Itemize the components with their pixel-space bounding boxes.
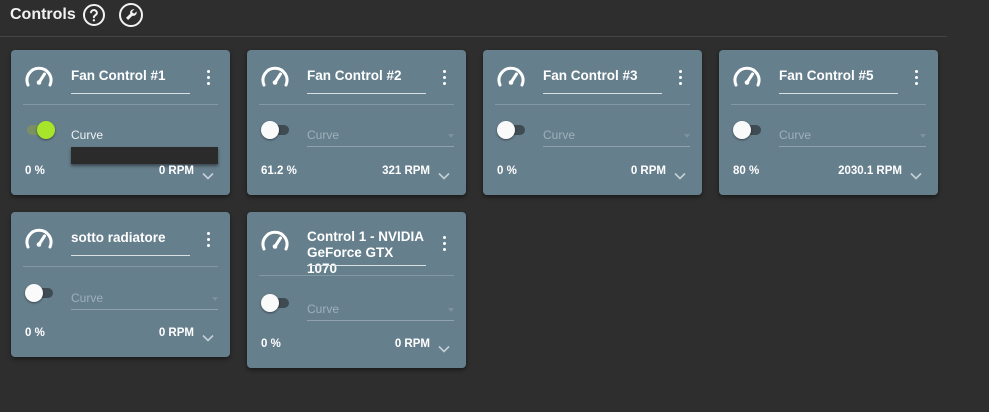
speedometer-icon (24, 228, 54, 250)
control-rpm: 0 RPM (158, 327, 194, 339)
fan-control-card: Fan Control #5 Curve 80 % 2030.1 RPM (719, 50, 938, 195)
enable-toggle[interactable] (733, 120, 765, 140)
enable-toggle[interactable] (25, 283, 57, 303)
control-rpm: 321 RPM (382, 165, 430, 177)
control-name-underline (307, 265, 426, 266)
control-name-underline (71, 93, 190, 94)
more-vert-icon[interactable] (204, 232, 212, 252)
fan-control-card: Fan Control #1 Curve 0 % 0 RPM (11, 50, 230, 195)
control-name-underline (71, 255, 190, 256)
mode-select[interactable]: Curve (71, 291, 103, 305)
control-rpm: 0 RPM (630, 165, 666, 177)
speedometer-icon (732, 66, 762, 88)
control-name-field[interactable]: Control 1 - NVIDIA GeForce GTX 1070 (307, 229, 425, 277)
control-name-underline (779, 93, 898, 94)
control-name-field[interactable]: Fan Control #5 (779, 68, 897, 84)
chevron-down-icon[interactable] (202, 329, 214, 342)
control-rpm: 0 RPM (394, 338, 430, 350)
select-arrow-icon (684, 134, 690, 138)
more-vert-icon[interactable] (440, 236, 448, 256)
enable-toggle[interactable] (497, 120, 529, 140)
mode-select[interactable]: Curve (71, 128, 103, 142)
more-vert-icon[interactable] (912, 70, 920, 90)
control-name-field[interactable]: Fan Control #3 (543, 68, 661, 84)
mode-select-underline (779, 146, 926, 147)
chevron-down-icon[interactable] (910, 167, 922, 180)
more-vert-icon[interactable] (440, 70, 448, 90)
card-divider (23, 104, 218, 105)
mode-select[interactable]: Curve (543, 128, 575, 142)
mode-select-underline (307, 320, 454, 321)
control-name-underline (543, 93, 662, 94)
mode-select[interactable]: Curve (307, 128, 339, 142)
select-arrow-icon (448, 308, 454, 312)
control-rpm: 0 RPM (158, 165, 194, 177)
mode-select[interactable]: Curve (307, 302, 339, 316)
speedometer-icon (260, 230, 290, 252)
control-percent: 0 % (25, 327, 45, 339)
control-percent: 0 % (261, 338, 281, 350)
control-percent: 61.2 % (261, 165, 297, 177)
card-divider (259, 275, 454, 276)
select-arrow-icon (920, 134, 926, 138)
mode-select-underline (543, 146, 690, 147)
control-percent: 0 % (25, 165, 45, 177)
mode-select-underline (307, 146, 454, 147)
chevron-down-icon[interactable] (674, 167, 686, 180)
control-name-field[interactable]: sotto radiatore (71, 230, 189, 246)
enable-toggle[interactable] (261, 120, 293, 140)
speedometer-icon (496, 66, 526, 88)
more-vert-icon[interactable] (204, 70, 212, 90)
fan-control-card: Control 1 - NVIDIA GeForce GTX 1070 Curv… (247, 212, 466, 368)
control-name-field[interactable]: Fan Control #1 (71, 68, 189, 84)
speedometer-icon (260, 66, 290, 88)
control-percent: 80 % (733, 165, 760, 177)
select-arrow-icon (212, 297, 218, 301)
more-vert-icon[interactable] (676, 70, 684, 90)
card-divider (259, 104, 454, 105)
card-divider (23, 266, 218, 267)
card-divider (495, 104, 690, 105)
page-title: Controls (10, 6, 76, 23)
wrench-icon[interactable] (119, 3, 143, 27)
select-arrow-icon (448, 134, 454, 138)
enable-toggle[interactable] (25, 120, 57, 140)
mode-select[interactable]: Curve (779, 128, 811, 142)
chevron-down-icon[interactable] (438, 340, 450, 353)
help-circle-icon[interactable] (82, 3, 106, 27)
control-name-field[interactable]: Fan Control #2 (307, 68, 425, 84)
control-rpm: 2030.1 RPM (838, 165, 902, 177)
chevron-down-icon[interactable] (202, 167, 214, 180)
controls-header: Controls (0, 0, 947, 37)
control-percent: 0 % (497, 165, 517, 177)
control-name-underline (307, 93, 426, 94)
mode-dropdown-panel[interactable] (71, 147, 218, 164)
fan-control-card: Fan Control #3 Curve 0 % 0 RPM (483, 50, 702, 195)
chevron-down-icon[interactable] (438, 167, 450, 180)
fan-control-card: sotto radiatore Curve 0 % 0 RPM (11, 212, 230, 357)
mode-select-underline (71, 309, 218, 310)
enable-toggle[interactable] (261, 293, 293, 313)
fan-control-card: Fan Control #2 Curve 61.2 % 321 RPM (247, 50, 466, 195)
card-divider (731, 104, 926, 105)
speedometer-icon (24, 66, 54, 88)
